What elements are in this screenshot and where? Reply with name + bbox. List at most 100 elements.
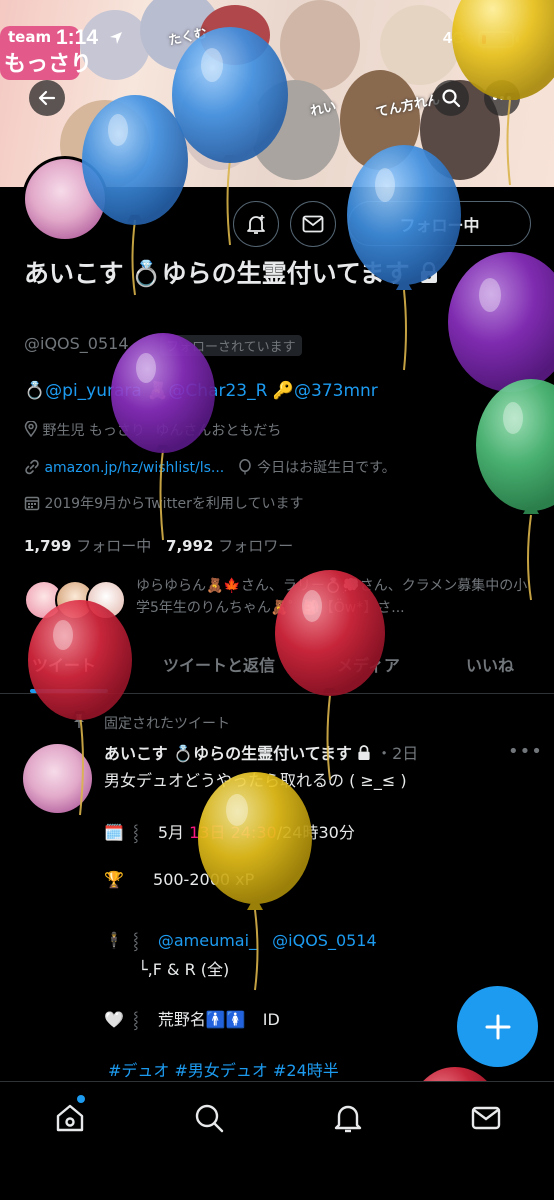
follows-you-badge: フォローされています [160, 335, 302, 356]
tab-likes[interactable]: いいね [466, 652, 514, 676]
profile-website-row: amazon.jp/hz/wishlist/ls... 今日はお誕生日です。 [24, 457, 396, 477]
pinned-tweet-label: 固定されたツイート [104, 716, 230, 732]
tweet-date-day: 13日 [189, 823, 226, 842]
bio-mention[interactable]: @pi_yurara [45, 381, 142, 401]
balloon [476, 379, 554, 514]
followers-link[interactable]: 7,992 フォロワー [166, 537, 293, 555]
tweet-mode-line: └,F & R (全) [138, 960, 230, 979]
birthday-text: 今日はお誕生日です。 [257, 460, 396, 476]
search-icon[interactable] [193, 1102, 225, 1134]
divider-glyph: ⸾ [133, 1010, 139, 1029]
status-time: 1:14 [56, 26, 99, 49]
profile-joined: 2019年9月からTwitterを利用しています [24, 493, 304, 513]
tweet-mention[interactable]: @ameumai_ [158, 931, 257, 950]
network-type: 4G [443, 30, 465, 47]
bottom-navigation [0, 1081, 554, 1200]
banner-character [180, 70, 260, 170]
battery-icon [478, 31, 514, 48]
following-button[interactable]: フォロー中 [348, 201, 531, 246]
bio-mention[interactable]: @373mnr [294, 381, 378, 401]
following-label: フォロー中 [76, 537, 152, 555]
tweet-more-button[interactable]: ••• [508, 741, 543, 762]
active-tab-indicator [30, 689, 108, 693]
tweet-mentions-line: 🕴 ⸾ @ameumai_ @iQOS_0514 [104, 929, 377, 951]
tweet-date-month: 5月 [157, 823, 185, 842]
more-icon [493, 96, 511, 100]
location-pin-icon [24, 420, 38, 438]
back-arrow-icon [38, 90, 56, 106]
lock-icon [420, 261, 437, 283]
followers-count: 7,992 [166, 537, 214, 555]
trophy-emoji: 🏆 [104, 870, 124, 889]
ring-emoji: 💍 [24, 381, 46, 401]
notifications-icon[interactable] [332, 1102, 364, 1134]
tweet-date-japanese: /24時30分 [276, 823, 355, 842]
notification-bell-icon [247, 215, 265, 234]
tweet-time[interactable]: ・2日 [376, 744, 418, 763]
home-notification-dot [77, 1095, 85, 1103]
tweet-venue-line: 🤍 ⸾ 荒野名🚹🚺 ID [104, 1006, 280, 1030]
battery-level [482, 35, 486, 44]
tweet-mention[interactable]: @iQOS_0514 [272, 931, 377, 950]
tweet-venue-id: ID [262, 1010, 280, 1029]
location-arrow-icon [110, 32, 122, 44]
back-button[interactable] [29, 80, 65, 116]
profile-website-link[interactable]: amazon.jp/hz/wishlist/ls... [44, 460, 224, 476]
search-icon [442, 89, 461, 108]
divider-glyph: ⸾ [133, 823, 139, 842]
bio-mention[interactable]: @Char23_R [168, 381, 267, 401]
tweet-score-line: 🏆 500-2000 xP [104, 870, 254, 889]
tab-tweets-and-replies[interactable]: ツイートと返信 [163, 652, 275, 676]
mail-icon [302, 215, 324, 233]
link-icon [25, 459, 39, 475]
follow-counts: 1,799 フォロー中 7,992 フォロワー [24, 535, 293, 556]
display-name-text: あいこす 💍ゆらの生霊付いてます [24, 260, 410, 288]
compose-tweet-button[interactable] [457, 986, 538, 1067]
location-extra: ゆんさんおともだち [155, 423, 282, 439]
heart-emoji: 🤍 [104, 1010, 124, 1029]
tweet-date-line: 🗓️ ⸾ 5月 13日 24:30/24時30分 [104, 819, 355, 843]
profile-display-name: あいこす 💍ゆらの生霊付いてます [24, 256, 464, 293]
calendar-icon [24, 496, 40, 511]
battery-cap [516, 36, 519, 43]
calendar-emoji: 🗓️ [104, 823, 124, 842]
tweet-header: あいこす 💍ゆらの生霊付いてます ・2日 [104, 740, 418, 764]
profile-location: 野生児 もっさり ゆんさんおともだち [24, 420, 281, 440]
tweet-hashtags[interactable]: #デュオ #男女デュオ #24時半 [108, 1057, 339, 1081]
followers-label: フォロワー [218, 537, 294, 555]
profile-tabs: ツイート ツイートと返信 メディア いいね [0, 642, 554, 694]
followed-by-avatar[interactable] [86, 580, 126, 620]
tab-tweets[interactable]: ツイート [32, 652, 96, 676]
profile-avatar[interactable] [22, 156, 108, 242]
compose-plus-icon [485, 1014, 510, 1039]
divider-glyph: ⸾ [133, 931, 139, 950]
person-emoji: 🕴 [104, 931, 124, 950]
lock-icon [358, 745, 370, 760]
followed-by-text[interactable]: ゆらゆらん🧸🍁さん、ラリー💍💭さん、クラメン募集中の小学5年生のりんちゃん🧸゜🎒… [136, 575, 536, 619]
emoji: 🧸 [147, 381, 169, 401]
more-button[interactable] [484, 80, 520, 116]
joined-text: 2019年9月からTwitterを利用しています [44, 496, 304, 512]
status-bar: 1:14 4G [0, 22, 554, 52]
tweet-score: 500-2000 xP [153, 870, 255, 889]
home-icon[interactable] [54, 1102, 86, 1134]
notification-toggle-button[interactable] [233, 201, 279, 247]
messages-icon[interactable] [470, 1102, 502, 1134]
balloon-icon [238, 458, 251, 475]
following-link[interactable]: 1,799 フォロー中 [24, 537, 151, 555]
tweet-venue: 荒野名🚹🚺 [157, 1010, 246, 1029]
following-count: 1,799 [24, 537, 72, 555]
tab-media[interactable]: メディア [337, 652, 400, 676]
banner-character [250, 80, 340, 180]
tweet-text-line: 男女デュオどうやったら取れるの ( ≥_≤ ) [104, 771, 407, 790]
location-text: 野生児 もっさり [42, 423, 145, 439]
tweet-avatar[interactable] [23, 744, 92, 813]
profile-bio: 💍@pi_yurara 🧸@Char23_R 🔑@373mnr [24, 381, 378, 401]
search-button[interactable] [433, 80, 469, 116]
tweet-date-clock: 24:30 [230, 823, 277, 842]
message-button[interactable] [290, 201, 336, 247]
tweet-author-name[interactable]: あいこす 💍ゆらの生霊付いてます [104, 744, 352, 763]
pin-icon [74, 714, 84, 728]
profile-handle: @iQOS_0514 [24, 334, 129, 353]
key-emoji: 🔑 [272, 381, 294, 401]
